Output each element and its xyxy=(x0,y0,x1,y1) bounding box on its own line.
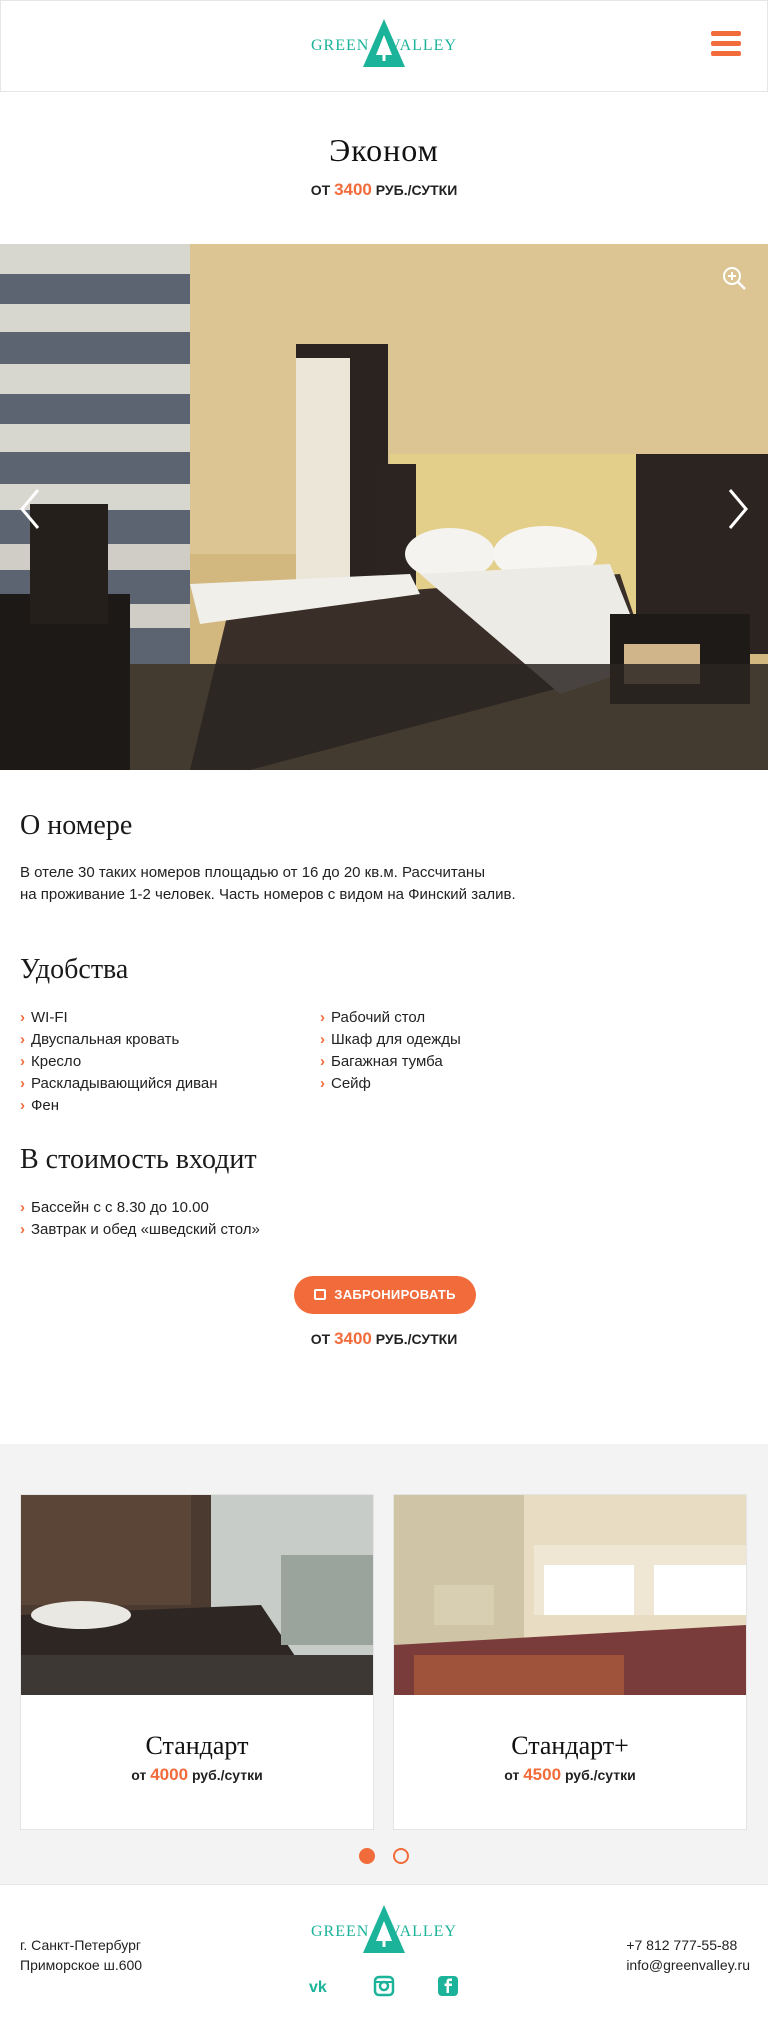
about-line-1: В отеле 30 таких номеров площадью от 16 … xyxy=(20,864,485,881)
page-title: Эконом xyxy=(329,132,439,168)
brand-logo[interactable]: GREEN VALLEY xyxy=(309,17,459,69)
amenities-list-2: Рабочий стол Шкаф для одежды Багажная ту… xyxy=(320,1007,461,1095)
list-item: Раскладывающийся диван xyxy=(20,1073,218,1095)
price-value: 3400 xyxy=(334,1329,372,1348)
hamburger-icon[interactable] xyxy=(711,31,741,57)
facebook-icon[interactable] xyxy=(437,1975,459,1997)
about-description: В отеле 30 таких номеров площадью от 16 … xyxy=(20,862,720,906)
room-card-title: Стандарт+ xyxy=(511,1731,629,1760)
social-links: vk xyxy=(0,1975,768,1997)
room-card-title: Стандарт xyxy=(145,1731,249,1760)
list-item: WI-FI xyxy=(20,1007,218,1029)
amenities-heading: Удобства xyxy=(20,954,129,985)
vk-icon[interactable]: vk xyxy=(309,1975,331,1997)
carousel-dot-1[interactable] xyxy=(359,1848,375,1864)
list-item: Кресло xyxy=(20,1051,218,1073)
carousel-pagination xyxy=(0,1848,768,1869)
included-heading: В стоимость входит xyxy=(20,1144,257,1175)
list-item: Фен xyxy=(20,1095,218,1117)
site-footer: г. Санкт-Петербург Приморское ш.600 GREE… xyxy=(0,1884,768,2017)
room-photo xyxy=(0,244,768,770)
room-price: от 3400 руб./сутки xyxy=(0,180,768,200)
room-card-photo xyxy=(21,1495,373,1695)
book-button[interactable]: ЗАБРОНИРОВАТЬ xyxy=(294,1276,476,1314)
room-card-price: от 4000 руб./сутки xyxy=(21,1765,373,1785)
price-value: 4000 xyxy=(150,1765,189,1784)
price-prefix: от xyxy=(310,182,331,198)
footer-address: г. Санкт-Петербург Приморское ш.600 xyxy=(20,1935,142,1975)
price-value: 3400 xyxy=(334,180,372,199)
amenities-list-1: WI-FI Двуспальная кровать Кресло Расклад… xyxy=(20,1007,218,1117)
address-street: Приморское ш.600 xyxy=(20,1957,143,1973)
list-item: Завтрак и обед «шведский стол» xyxy=(20,1219,260,1241)
room-card-standard-plus[interactable]: Стандарт+ от 4500 руб./сутки xyxy=(393,1494,747,1830)
room-card-photo xyxy=(394,1495,746,1695)
svg-text:vk: vk xyxy=(309,1979,327,1996)
list-item: Двуспальная кровать xyxy=(20,1029,218,1051)
booking-price: от 3400 руб./сутки xyxy=(0,1329,768,1349)
carousel-dot-2[interactable] xyxy=(393,1848,409,1864)
contact-phone[interactable]: +7 812 777-55-88 xyxy=(626,1935,750,1955)
price-prefix: от xyxy=(310,1331,331,1347)
address-city: г. Санкт-Петербург xyxy=(20,1937,141,1953)
site-header: GREEN VALLEY xyxy=(0,0,768,92)
room-photo-gallery[interactable] xyxy=(0,244,768,770)
price-unit: руб./сутки xyxy=(375,1331,458,1347)
price-value: 4500 xyxy=(523,1765,562,1784)
instagram-icon[interactable] xyxy=(373,1975,395,1997)
other-rooms-section: Стандарт от 4000 руб./сутки Стандарт+ от… xyxy=(0,1444,768,1884)
list-item: Шкаф для одежды xyxy=(320,1029,461,1051)
contact-email[interactable]: info@greenvalley.ru xyxy=(626,1955,750,1975)
list-item: Бассейн с с 8.30 до 10.00 xyxy=(20,1197,260,1219)
price-unit: руб./сутки xyxy=(191,1767,263,1783)
chevron-right-icon[interactable] xyxy=(720,484,756,534)
price-prefix: от xyxy=(504,1767,520,1783)
chevron-left-icon[interactable] xyxy=(12,484,48,534)
book-button-label: ЗАБРОНИРОВАТЬ xyxy=(334,1287,456,1302)
logo-text-valley: VALLEY xyxy=(389,1923,457,1940)
footer-logo[interactable]: GREEN VALLEY xyxy=(309,1903,459,1955)
list-item: Сейф xyxy=(320,1073,461,1095)
list-item: Рабочий стол xyxy=(320,1007,461,1029)
footer-contacts: +7 812 777-55-88 info@greenvalley.ru xyxy=(626,1935,750,1975)
included-list: Бассейн с с 8.30 до 10.00 Завтрак и обед… xyxy=(20,1197,260,1241)
about-line-2: на проживание 1-2 человек. Часть номеров… xyxy=(20,886,516,903)
zoom-in-icon[interactable] xyxy=(720,264,748,292)
room-card-price: от 4500 руб./сутки xyxy=(394,1765,746,1785)
room-card-standard[interactable]: Стандарт от 4000 руб./сутки xyxy=(20,1494,374,1830)
list-item: Багажная тумба xyxy=(320,1051,461,1073)
logo-text-valley: VALLEY xyxy=(389,37,457,54)
about-heading: О номере xyxy=(20,810,133,841)
price-unit: руб./сутки xyxy=(375,182,458,198)
price-unit: руб./сутки xyxy=(564,1767,636,1783)
price-prefix: от xyxy=(131,1767,147,1783)
calendar-icon xyxy=(314,1289,327,1300)
